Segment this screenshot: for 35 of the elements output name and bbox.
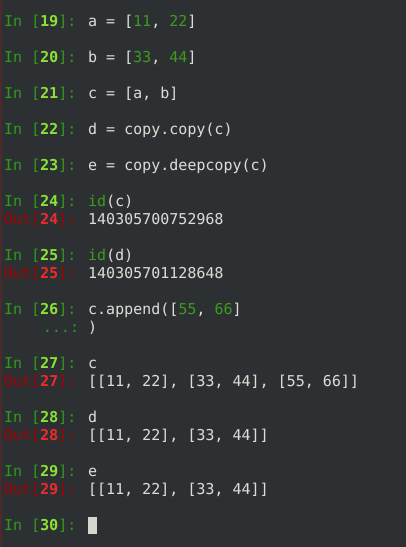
prompt: Out[25]:	[4, 264, 78, 282]
code-line: c = [a, b]	[88, 84, 178, 102]
code-line: d = copy.copy(c)	[88, 120, 232, 138]
code-line: id(c)	[88, 192, 134, 210]
prompt: In [22]:	[4, 120, 78, 138]
code-line: c	[88, 354, 98, 372]
prompt: In [25]:	[4, 246, 78, 264]
prompt: In [21]:	[4, 84, 78, 102]
code-line: 140305701128648	[88, 264, 224, 282]
code-line: id(d)	[88, 246, 134, 264]
prompt: Out[27]:	[4, 372, 78, 390]
prompt: ...:	[42, 318, 80, 336]
code-line: [[11, 22], [33, 44]]	[88, 426, 269, 444]
prompt: Out[29]:	[4, 480, 78, 498]
prompt: In [27]:	[4, 354, 78, 372]
code-line: [[11, 22], [33, 44], [55, 66]]	[88, 372, 359, 390]
code-line: b = [33, 44]	[88, 48, 196, 66]
prompt: In [24]:	[4, 192, 78, 210]
prompt: In [29]:	[4, 462, 78, 480]
prompt: Out[24]:	[4, 210, 78, 228]
prompt: In [19]:	[4, 12, 78, 30]
code-line: )	[88, 318, 98, 336]
prompt: In [30]:	[4, 516, 78, 534]
code-line: [[11, 22], [33, 44]]	[88, 480, 269, 498]
prompt: Out[28]:	[4, 426, 78, 444]
code-line: e	[88, 462, 98, 480]
code-line: e = copy.deepcopy(c)	[88, 156, 269, 174]
code-line: 140305700752968	[88, 210, 224, 228]
prompt: In [26]:	[4, 300, 78, 318]
code-line: c.append([55, 66]	[88, 300, 242, 318]
prompt: In [20]:	[4, 48, 78, 66]
code-line: d	[88, 408, 98, 426]
prompt: In [23]:	[4, 156, 78, 174]
prompt: In [28]:	[4, 408, 78, 426]
code-line: a = [11, 22]	[88, 12, 196, 30]
